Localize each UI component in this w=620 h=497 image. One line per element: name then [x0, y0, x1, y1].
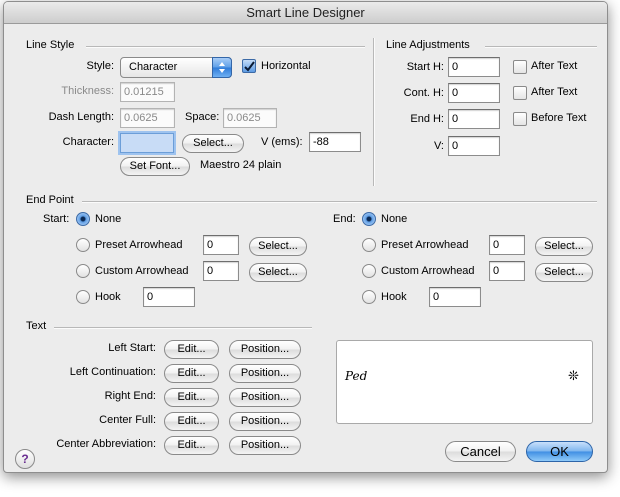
end-hook-field[interactable]: 0 — [429, 287, 481, 307]
text-group-title: Text — [26, 320, 47, 332]
cont-after-text-label: After Text — [531, 86, 578, 98]
start-none-radio[interactable] — [76, 212, 90, 226]
style-popup[interactable]: Character — [120, 57, 232, 78]
left-continuation-edit-button[interactable]: Edit... — [164, 364, 219, 383]
thickness-field[interactable]: 0.01215 — [120, 82, 175, 102]
left-continuation-label: Left Continuation: — [69, 366, 156, 378]
character-field[interactable] — [120, 133, 174, 153]
v-ems-field[interactable]: -88 — [309, 132, 361, 152]
ok-button[interactable]: OK — [526, 441, 593, 462]
line-preview: Ped ❊ — [336, 340, 593, 424]
end-preset-radio[interactable] — [362, 238, 376, 252]
start-custom-select-button[interactable]: Select... — [249, 263, 307, 282]
start-after-text-checkbox[interactable] — [513, 60, 527, 74]
start-hook-label: Hook — [95, 291, 121, 303]
v-ems-label: V (ems): — [261, 136, 303, 148]
start-hook-field[interactable]: 0 — [143, 287, 195, 307]
pedal-release-icon: ❊ — [568, 368, 579, 383]
center-abbreviation-label: Center Abbreviation: — [56, 438, 156, 450]
dash-length-field[interactable]: 0.0625 — [120, 108, 175, 128]
start-h-label: Start H: — [406, 61, 444, 73]
end-preset-label: Preset Arrowhead — [381, 239, 469, 251]
end-custom-label: Custom Arrowhead — [381, 265, 475, 277]
text-divider — [54, 327, 312, 329]
space-label: Space: — [185, 111, 220, 123]
center-abbreviation-position-button[interactable]: Position... — [229, 436, 301, 455]
left-start-edit-button[interactable]: Edit... — [164, 340, 219, 359]
end-h-label: End H: — [410, 113, 444, 125]
start-custom-label: Custom Arrowhead — [95, 265, 189, 277]
end-custom-radio[interactable] — [362, 264, 376, 278]
end-point-group-title: End Point — [26, 194, 74, 206]
cancel-button[interactable]: Cancel — [445, 441, 516, 462]
end-custom-select-button[interactable]: Select... — [535, 263, 593, 282]
end-before-text-checkbox[interactable] — [513, 112, 527, 126]
start-preset-radio[interactable] — [76, 238, 90, 252]
character-select-button[interactable]: Select... — [182, 134, 244, 153]
right-end-edit-button[interactable]: Edit... — [164, 388, 219, 407]
help-button[interactable]: ? — [15, 449, 35, 469]
center-full-label: Center Full: — [99, 414, 156, 426]
start-after-text-label: After Text — [531, 60, 578, 72]
left-start-position-button[interactable]: Position... — [229, 340, 301, 359]
end-hook-radio[interactable] — [362, 290, 376, 304]
center-full-position-button[interactable]: Position... — [229, 412, 301, 431]
right-end-label: Right End: — [104, 390, 156, 402]
character-label: Character: — [62, 136, 114, 148]
dash-length-label: Dash Length: — [48, 111, 114, 123]
line-style-group-title: Line Style — [26, 39, 75, 51]
end-custom-field[interactable]: 0 — [489, 261, 525, 281]
v-field[interactable]: 0 — [448, 136, 500, 156]
end-h-field[interactable]: 0 — [448, 109, 500, 129]
end-label: End: — [333, 213, 356, 225]
start-h-field[interactable]: 0 — [448, 57, 500, 77]
start-preset-select-button[interactable]: Select... — [249, 237, 307, 256]
cont-h-field[interactable]: 0 — [448, 83, 500, 103]
start-hook-radio[interactable] — [76, 290, 90, 304]
line-adjustments-group-title: Line Adjustments — [386, 39, 470, 51]
ped-symbol: Ped — [345, 369, 368, 383]
horizontal-checkbox[interactable] — [242, 59, 256, 73]
end-before-text-label: Before Text — [531, 112, 587, 124]
start-label: Start: — [43, 213, 70, 225]
end-none-radio[interactable] — [362, 212, 376, 226]
start-custom-field[interactable]: 0 — [203, 261, 239, 281]
end-none-label: None — [381, 213, 408, 225]
set-font-button[interactable]: Set Font... — [120, 157, 190, 176]
end-preset-field[interactable]: 0 — [489, 235, 525, 255]
horizontal-label: Horizontal — [261, 60, 311, 72]
font-name-label: Maestro 24 plain — [200, 159, 282, 171]
left-start-label: Left Start: — [108, 342, 156, 354]
line-adjustments-divider — [485, 46, 597, 48]
start-none-label: None — [95, 213, 122, 225]
window-title: Smart Line Designer — [4, 2, 607, 24]
v-label: V: — [434, 140, 444, 152]
end-hook-label: Hook — [381, 291, 407, 303]
cont-after-text-checkbox[interactable] — [513, 86, 527, 100]
cont-h-label: Cont. H: — [403, 87, 444, 99]
center-full-edit-button[interactable]: Edit... — [164, 412, 219, 431]
left-continuation-position-button[interactable]: Position... — [229, 364, 301, 383]
center-abbreviation-edit-button[interactable]: Edit... — [164, 436, 219, 455]
end-preset-select-button[interactable]: Select... — [535, 237, 593, 256]
space-field[interactable]: 0.0625 — [223, 108, 277, 128]
start-custom-radio[interactable] — [76, 264, 90, 278]
right-end-position-button[interactable]: Position... — [229, 388, 301, 407]
smart-line-designer-dialog: Smart Line Designer Line Style Style: Ch… — [3, 1, 608, 473]
start-preset-field[interactable]: 0 — [203, 235, 239, 255]
thickness-label: Thickness: — [61, 85, 114, 97]
end-point-divider — [82, 201, 597, 203]
checkmark-icon — [244, 61, 255, 72]
line-style-divider — [86, 46, 365, 48]
popup-arrows-icon — [212, 57, 232, 78]
start-preset-label: Preset Arrowhead — [95, 239, 183, 251]
style-popup-value: Character — [129, 61, 178, 73]
style-label: Style: — [86, 60, 114, 72]
